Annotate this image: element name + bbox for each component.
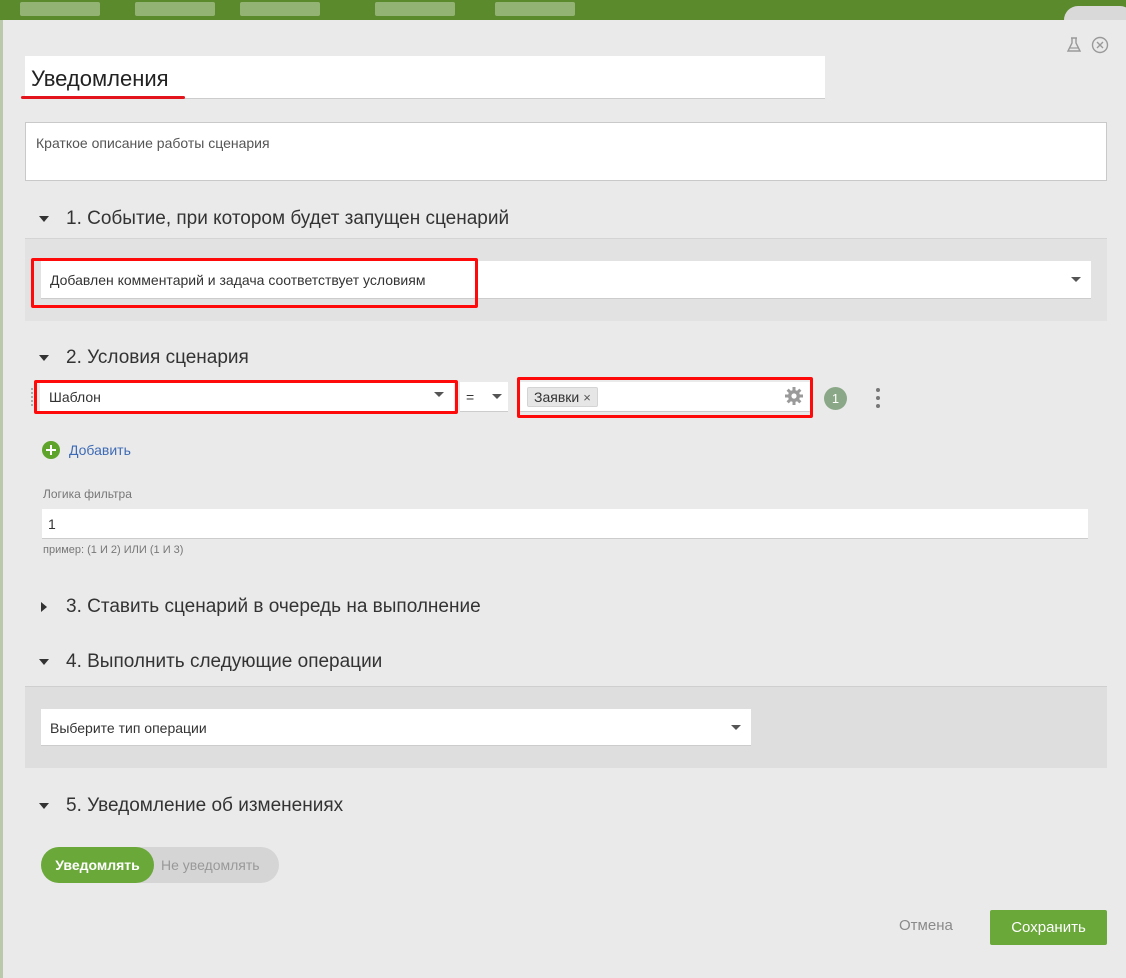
notification-toggle[interactable]: Уведомлять Не уведомлять (41, 847, 279, 883)
caret-down-icon (39, 659, 49, 665)
condition-number-badge: 1 (824, 387, 847, 410)
add-condition-button[interactable]: Добавить (42, 441, 131, 459)
caret-down-icon (39, 355, 49, 361)
scenario-modal: Уведомления Краткое описание работы сцен… (3, 20, 1126, 978)
highlight-box (31, 258, 478, 308)
background-menu-item (20, 2, 100, 16)
toggle-option-notify[interactable]: Уведомлять (41, 847, 154, 883)
caret-down-icon (39, 803, 49, 809)
section-event-header[interactable]: 1. Событие, при котором будет запущен сц… (39, 208, 509, 230)
chevron-down-icon (492, 394, 502, 399)
close-circle-icon[interactable] (1091, 36, 1109, 54)
cancel-button[interactable]: Отмена (899, 917, 953, 934)
plus-circle-icon (42, 441, 60, 459)
section-queue-header[interactable]: 3. Ставить сценарий в очередь на выполне… (39, 596, 481, 618)
background-menu-item (135, 2, 215, 16)
highlight-box (34, 380, 458, 414)
filter-logic-hint: пример: (1 И 2) ИЛИ (1 И 3) (43, 544, 184, 556)
description-textarea[interactable]: Краткое описание работы сценария (25, 122, 1107, 181)
add-condition-label: Добавить (69, 442, 131, 458)
save-button[interactable]: Сохранить (990, 910, 1107, 945)
chevron-down-icon (1071, 277, 1081, 282)
section-operations-header[interactable]: 4. Выполнить следующие операции (39, 651, 382, 673)
background-menu-item (240, 2, 320, 16)
more-options-icon[interactable] (876, 388, 880, 408)
description-placeholder: Краткое описание работы сценария (36, 135, 270, 151)
operation-type-placeholder: Выберите тип операции (50, 720, 207, 736)
filter-logic-input[interactable]: 1 (42, 509, 1088, 539)
background-app-bar (0, 0, 1126, 34)
background-menu-item (495, 2, 575, 16)
condition-operator-select[interactable]: = (460, 382, 508, 412)
filter-logic-value: 1 (48, 516, 56, 532)
modal-top-icons (1065, 36, 1109, 54)
section-title: 2. Условия сценария (66, 347, 249, 368)
toggle-option-dont-notify[interactable]: Не уведомлять (161, 847, 260, 883)
page-title: Уведомления (31, 66, 169, 91)
flask-icon[interactable] (1065, 36, 1083, 54)
section-title: 1. Событие, при котором будет запущен сц… (66, 208, 510, 229)
section-title: 4. Выполнить следующие операции (66, 651, 383, 672)
section-notification-header[interactable]: 5. Уведомление об изменениях (39, 795, 343, 817)
operation-type-select[interactable]: Выберите тип операции (41, 709, 751, 746)
section-title: 5. Уведомление об изменениях (66, 795, 344, 816)
section-title: 3. Ставить сценарий в очередь на выполне… (66, 596, 481, 617)
filter-logic-label: Логика фильтра (43, 487, 132, 501)
caret-down-icon (39, 216, 49, 222)
section-conditions-header[interactable]: 2. Условия сценария (39, 347, 249, 369)
title-input[interactable]: Уведомления (25, 56, 825, 99)
chevron-down-icon (731, 725, 741, 730)
caret-right-icon (41, 602, 47, 612)
highlight-box (517, 377, 813, 418)
operator-value: = (466, 389, 475, 405)
background-menu-item (375, 2, 455, 16)
title-highlight-underline (21, 96, 185, 99)
